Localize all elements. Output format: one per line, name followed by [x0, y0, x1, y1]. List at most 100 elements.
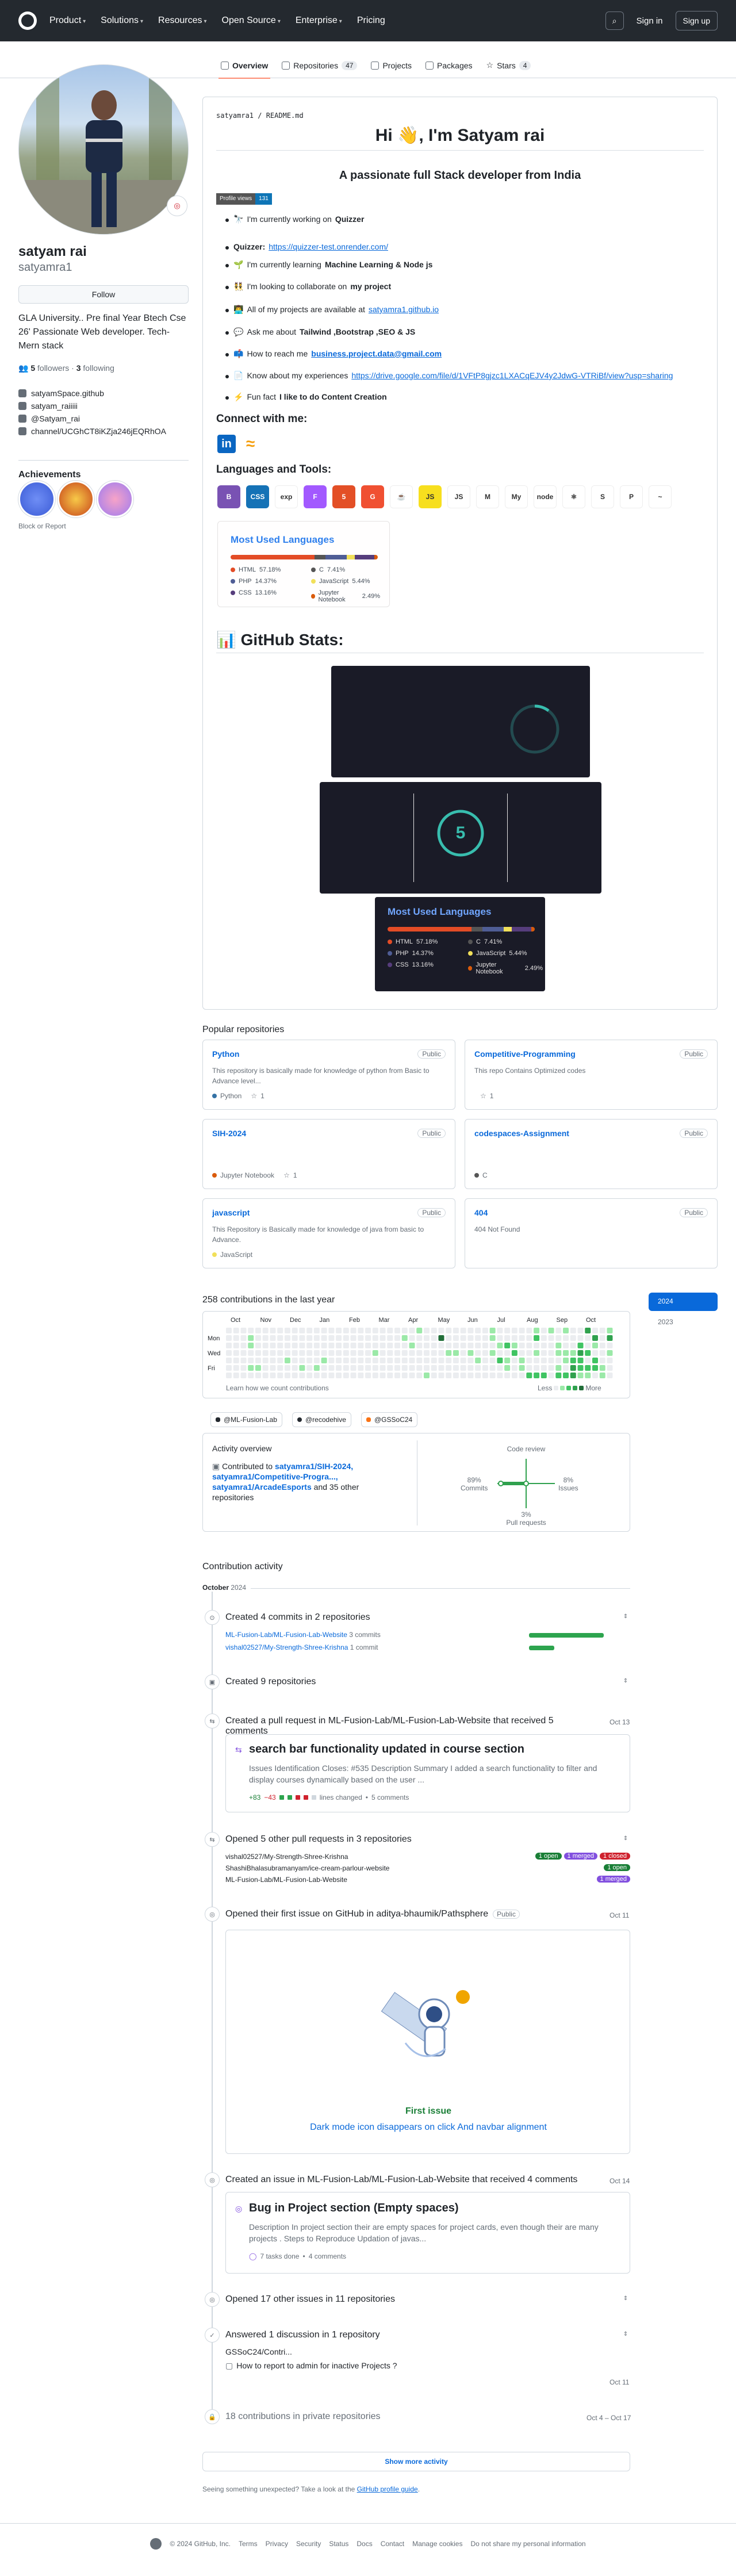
discussion-question[interactable]: ▢ How to report to admin for inactive Pro… [225, 2361, 397, 2371]
contribution-day[interactable] [270, 1373, 276, 1378]
contribution-day[interactable] [460, 1365, 466, 1371]
block-report-link[interactable]: Block or Report [18, 522, 66, 530]
following-count[interactable]: 3 [76, 363, 81, 373]
contribution-day[interactable] [563, 1373, 569, 1378]
contribution-day[interactable] [387, 1350, 393, 1356]
pr-state-badge[interactable]: 1 closed [600, 1853, 630, 1860]
contribution-day[interactable] [599, 1358, 605, 1363]
contribution-day[interactable] [292, 1335, 298, 1341]
contribution-day[interactable] [540, 1335, 547, 1341]
contribution-day[interactable] [482, 1350, 488, 1356]
contribution-day[interactable] [255, 1343, 261, 1348]
contribution-day[interactable] [336, 1365, 342, 1371]
status-emoji-button[interactable]: ◎ [167, 195, 187, 216]
contribution-day[interactable] [438, 1328, 444, 1333]
contribution-day[interactable] [365, 1335, 371, 1341]
contribution-day[interactable] [504, 1358, 511, 1363]
contribution-day[interactable] [475, 1373, 481, 1378]
contribution-day[interactable] [423, 1328, 430, 1333]
contribution-day[interactable] [394, 1335, 401, 1341]
contribution-day[interactable] [504, 1373, 511, 1378]
contribution-day[interactable] [284, 1373, 290, 1378]
contribution-day[interactable] [240, 1365, 247, 1371]
contribution-day[interactable] [401, 1365, 408, 1371]
contribution-day[interactable] [313, 1350, 320, 1356]
contribution-day[interactable] [365, 1365, 371, 1371]
sign-in-link[interactable]: Sign in [632, 16, 668, 26]
contribution-day[interactable] [431, 1343, 437, 1348]
contribution-day[interactable] [240, 1343, 247, 1348]
contribution-day[interactable] [599, 1365, 605, 1371]
contribution-day[interactable] [409, 1358, 415, 1363]
github-logo-icon[interactable] [18, 12, 37, 30]
contribution-day[interactable] [409, 1350, 415, 1356]
contribution-day[interactable] [350, 1328, 356, 1333]
nav-pricing[interactable]: Pricing [357, 16, 385, 26]
contribution-day[interactable] [438, 1335, 444, 1341]
contribution-day[interactable] [504, 1335, 511, 1341]
contribution-day[interactable] [555, 1343, 562, 1348]
contribution-day[interactable] [563, 1365, 569, 1371]
org-filter-recodehive[interactable]: @recodehive [292, 1412, 351, 1427]
contribution-day[interactable] [540, 1358, 547, 1363]
contribution-day[interactable] [336, 1373, 342, 1378]
contribution-day[interactable] [555, 1328, 562, 1333]
contribution-day[interactable] [526, 1343, 532, 1348]
contribution-day[interactable] [526, 1358, 532, 1363]
portfolio-link[interactable]: satyamra1.github.io [369, 305, 439, 315]
contribution-day[interactable] [248, 1350, 254, 1356]
contribution-day[interactable] [540, 1373, 547, 1378]
contribution-day[interactable] [372, 1350, 378, 1356]
pr-repo-link[interactable]: ShashiBhalasubramanyam/ice-cream-parlour… [225, 1864, 389, 1872]
contribution-day[interactable] [262, 1373, 269, 1378]
contribution-day[interactable] [299, 1373, 305, 1378]
contribution-day[interactable] [526, 1328, 532, 1333]
contribution-day[interactable] [365, 1373, 371, 1378]
contribution-day[interactable] [599, 1328, 605, 1333]
contribution-day[interactable] [343, 1350, 349, 1356]
contribution-day[interactable] [467, 1328, 474, 1333]
nav-resources[interactable]: Resources ▾ [158, 16, 207, 26]
contribution-day[interactable] [555, 1350, 562, 1356]
contribution-day[interactable] [255, 1328, 261, 1333]
contribution-day[interactable] [446, 1328, 452, 1333]
contribution-day[interactable] [409, 1328, 415, 1333]
contribution-day[interactable] [570, 1365, 576, 1371]
contribution-day[interactable] [497, 1358, 503, 1363]
contribution-day[interactable] [607, 1350, 613, 1356]
contribution-day[interactable] [313, 1358, 320, 1363]
footer-privacy-choices[interactable]: Do not share my personal information [470, 2540, 585, 2550]
contribution-day[interactable] [431, 1328, 437, 1333]
contribution-day[interactable] [534, 1328, 540, 1333]
contribution-day[interactable] [416, 1358, 423, 1363]
contribution-day[interactable] [321, 1358, 327, 1363]
social-link-x[interactable]: @Satyam_rai [18, 414, 80, 423]
contribution-day[interactable] [299, 1350, 305, 1356]
contribution-day[interactable] [585, 1350, 591, 1356]
contribution-day[interactable] [270, 1343, 276, 1348]
contribution-day[interactable] [489, 1328, 496, 1333]
contribution-day[interactable] [262, 1335, 269, 1341]
contribution-day[interactable] [328, 1343, 335, 1348]
contribution-day[interactable] [548, 1350, 554, 1356]
pr-title[interactable]: search bar functionality updated in cour… [249, 1743, 524, 1756]
star-icon[interactable]: ☆ [283, 1171, 290, 1179]
pr-state-badge[interactable]: 1 merged [596, 1876, 630, 1883]
contribution-day[interactable] [599, 1350, 605, 1356]
contribution-day[interactable] [446, 1343, 452, 1348]
contribution-day[interactable] [416, 1365, 423, 1371]
contribution-day[interactable] [240, 1335, 247, 1341]
contribution-day[interactable] [240, 1328, 247, 1333]
contribution-day[interactable] [401, 1335, 408, 1341]
contribution-day[interactable] [519, 1365, 525, 1371]
contribution-day[interactable] [321, 1350, 327, 1356]
contribution-day[interactable] [409, 1335, 415, 1341]
unfold-icon[interactable]: ⇕ [621, 1613, 630, 1623]
contribution-day[interactable] [475, 1365, 481, 1371]
contribution-day[interactable] [482, 1343, 488, 1348]
contribution-day[interactable] [226, 1328, 232, 1333]
contribution-day[interactable] [548, 1373, 554, 1378]
contribution-day[interactable] [358, 1350, 364, 1356]
contribution-day[interactable] [328, 1365, 335, 1371]
contribution-day[interactable] [292, 1343, 298, 1348]
